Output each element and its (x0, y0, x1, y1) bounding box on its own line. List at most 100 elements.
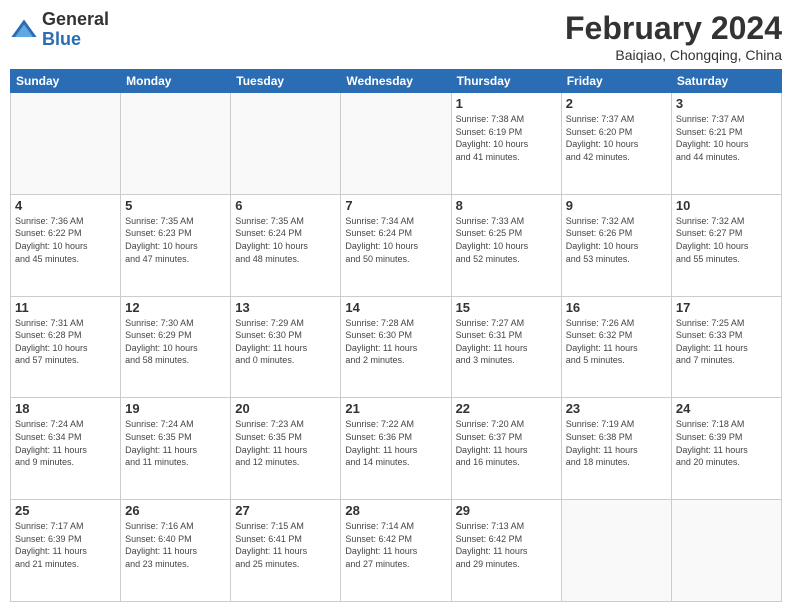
day-info: Sunrise: 7:18 AM Sunset: 6:39 PM Dayligh… (676, 418, 777, 468)
day-number: 17 (676, 300, 777, 315)
day-number: 14 (345, 300, 446, 315)
weekday-header-cell: Friday (561, 70, 671, 93)
calendar-day-cell (561, 500, 671, 602)
calendar-day-cell: 1 Sunrise: 7:38 AM Sunset: 6:19 PM Daylig… (451, 93, 561, 195)
day-number: 25 (15, 503, 116, 518)
day-number: 21 (345, 401, 446, 416)
day-info: Sunrise: 7:13 AM Sunset: 6:42 PM Dayligh… (456, 520, 557, 570)
page: General Blue February 2024 Baiqiao, Chon… (0, 0, 792, 612)
day-info: Sunrise: 7:26 AM Sunset: 6:32 PM Dayligh… (566, 317, 667, 367)
weekday-header-cell: Thursday (451, 70, 561, 93)
calendar-day-cell: 16 Sunrise: 7:26 AM Sunset: 6:32 PM Dayli… (561, 296, 671, 398)
day-info: Sunrise: 7:22 AM Sunset: 6:36 PM Dayligh… (345, 418, 446, 468)
calendar-table: SundayMondayTuesdayWednesdayThursdayFrid… (10, 69, 782, 602)
day-number: 2 (566, 96, 667, 111)
logo-text: General Blue (42, 10, 109, 50)
calendar-day-cell: 21 Sunrise: 7:22 AM Sunset: 6:36 PM Dayli… (341, 398, 451, 500)
calendar-week-row: 1 Sunrise: 7:38 AM Sunset: 6:19 PM Daylig… (11, 93, 782, 195)
logo: General Blue (10, 10, 109, 50)
calendar-day-cell: 8 Sunrise: 7:33 AM Sunset: 6:25 PM Daylig… (451, 194, 561, 296)
title-block: February 2024 Baiqiao, Chongqing, China (565, 10, 782, 63)
day-info: Sunrise: 7:16 AM Sunset: 6:40 PM Dayligh… (125, 520, 226, 570)
calendar-day-cell: 17 Sunrise: 7:25 AM Sunset: 6:33 PM Dayli… (671, 296, 781, 398)
day-number: 8 (456, 198, 557, 213)
logo-blue: Blue (42, 30, 109, 50)
day-info: Sunrise: 7:32 AM Sunset: 6:26 PM Dayligh… (566, 215, 667, 265)
calendar-day-cell: 10 Sunrise: 7:32 AM Sunset: 6:27 PM Dayli… (671, 194, 781, 296)
day-number: 7 (345, 198, 446, 213)
day-number: 5 (125, 198, 226, 213)
day-number: 24 (676, 401, 777, 416)
calendar-week-row: 25 Sunrise: 7:17 AM Sunset: 6:39 PM Dayli… (11, 500, 782, 602)
day-info: Sunrise: 7:38 AM Sunset: 6:19 PM Dayligh… (456, 113, 557, 163)
calendar-week-row: 18Sunrise: 7:24 AM Sunset: 6:34 PM Dayli… (11, 398, 782, 500)
calendar-day-cell: 25 Sunrise: 7:17 AM Sunset: 6:39 PM Dayli… (11, 500, 121, 602)
weekday-header-cell: Sunday (11, 70, 121, 93)
calendar-day-cell (341, 93, 451, 195)
day-info: Sunrise: 7:25 AM Sunset: 6:33 PM Dayligh… (676, 317, 777, 367)
calendar-day-cell: 29Sunrise: 7:13 AM Sunset: 6:42 PM Dayli… (451, 500, 561, 602)
calendar-day-cell: 14 Sunrise: 7:28 AM Sunset: 6:30 PM Dayli… (341, 296, 451, 398)
day-number: 16 (566, 300, 667, 315)
calendar-day-cell: 4Sunrise: 7:36 AM Sunset: 6:22 PM Daylig… (11, 194, 121, 296)
calendar-day-cell: 24 Sunrise: 7:18 AM Sunset: 6:39 PM Dayli… (671, 398, 781, 500)
day-number: 28 (345, 503, 446, 518)
calendar-day-cell: 11 Sunrise: 7:31 AM Sunset: 6:28 PM Dayli… (11, 296, 121, 398)
day-number: 3 (676, 96, 777, 111)
day-number: 1 (456, 96, 557, 111)
day-info: Sunrise: 7:34 AM Sunset: 6:24 PM Dayligh… (345, 215, 446, 265)
calendar-body: 1 Sunrise: 7:38 AM Sunset: 6:19 PM Daylig… (11, 93, 782, 602)
calendar-day-cell: 20 Sunrise: 7:23 AM Sunset: 6:35 PM Dayli… (231, 398, 341, 500)
day-info: Sunrise: 7:17 AM Sunset: 6:39 PM Dayligh… (15, 520, 116, 570)
day-number: 6 (235, 198, 336, 213)
day-info: Sunrise: 7:35 AM Sunset: 6:24 PM Dayligh… (235, 215, 336, 265)
day-number: 11 (15, 300, 116, 315)
day-number: 22 (456, 401, 557, 416)
logo-icon (10, 16, 38, 44)
day-number: 4 (15, 198, 116, 213)
day-info: Sunrise: 7:31 AM Sunset: 6:28 PM Dayligh… (15, 317, 116, 367)
day-number: 19 (125, 401, 226, 416)
calendar-day-cell: 5 Sunrise: 7:35 AM Sunset: 6:23 PM Daylig… (121, 194, 231, 296)
calendar-day-cell (11, 93, 121, 195)
calendar-day-cell: 27 Sunrise: 7:15 AM Sunset: 6:41 PM Dayli… (231, 500, 341, 602)
calendar-day-cell (671, 500, 781, 602)
calendar-day-cell: 12Sunrise: 7:30 AM Sunset: 6:29 PM Dayli… (121, 296, 231, 398)
day-info: Sunrise: 7:28 AM Sunset: 6:30 PM Dayligh… (345, 317, 446, 367)
day-info: Sunrise: 7:27 AM Sunset: 6:31 PM Dayligh… (456, 317, 557, 367)
day-number: 9 (566, 198, 667, 213)
day-info: Sunrise: 7:19 AM Sunset: 6:38 PM Dayligh… (566, 418, 667, 468)
location-subtitle: Baiqiao, Chongqing, China (565, 47, 782, 63)
calendar-day-cell: 3 Sunrise: 7:37 AM Sunset: 6:21 PM Daylig… (671, 93, 781, 195)
calendar-day-cell: 26 Sunrise: 7:16 AM Sunset: 6:40 PM Dayli… (121, 500, 231, 602)
day-info: Sunrise: 7:30 AM Sunset: 6:29 PM Dayligh… (125, 317, 226, 367)
day-number: 26 (125, 503, 226, 518)
day-info: Sunrise: 7:37 AM Sunset: 6:20 PM Dayligh… (566, 113, 667, 163)
day-number: 23 (566, 401, 667, 416)
calendar-day-cell: 13Sunrise: 7:29 AM Sunset: 6:30 PM Dayli… (231, 296, 341, 398)
calendar-day-cell: 22Sunrise: 7:20 AM Sunset: 6:37 PM Dayli… (451, 398, 561, 500)
day-number: 20 (235, 401, 336, 416)
calendar-day-cell: 2 Sunrise: 7:37 AM Sunset: 6:20 PM Daylig… (561, 93, 671, 195)
day-number: 13 (235, 300, 336, 315)
day-info: Sunrise: 7:23 AM Sunset: 6:35 PM Dayligh… (235, 418, 336, 468)
day-number: 18 (15, 401, 116, 416)
calendar-day-cell: 18Sunrise: 7:24 AM Sunset: 6:34 PM Dayli… (11, 398, 121, 500)
day-number: 27 (235, 503, 336, 518)
day-number: 10 (676, 198, 777, 213)
calendar-day-cell: 6 Sunrise: 7:35 AM Sunset: 6:24 PM Daylig… (231, 194, 341, 296)
day-info: Sunrise: 7:15 AM Sunset: 6:41 PM Dayligh… (235, 520, 336, 570)
header: General Blue February 2024 Baiqiao, Chon… (10, 10, 782, 63)
logo-general: General (42, 10, 109, 30)
day-info: Sunrise: 7:24 AM Sunset: 6:35 PM Dayligh… (125, 418, 226, 468)
day-number: 15 (456, 300, 557, 315)
day-info: Sunrise: 7:32 AM Sunset: 6:27 PM Dayligh… (676, 215, 777, 265)
calendar-day-cell: 9 Sunrise: 7:32 AM Sunset: 6:26 PM Daylig… (561, 194, 671, 296)
day-info: Sunrise: 7:33 AM Sunset: 6:25 PM Dayligh… (456, 215, 557, 265)
calendar-day-cell: 7 Sunrise: 7:34 AM Sunset: 6:24 PM Daylig… (341, 194, 451, 296)
calendar-day-cell: 15 Sunrise: 7:27 AM Sunset: 6:31 PM Dayli… (451, 296, 561, 398)
day-info: Sunrise: 7:35 AM Sunset: 6:23 PM Dayligh… (125, 215, 226, 265)
weekday-header-row: SundayMondayTuesdayWednesdayThursdayFrid… (11, 70, 782, 93)
day-info: Sunrise: 7:14 AM Sunset: 6:42 PM Dayligh… (345, 520, 446, 570)
day-info: Sunrise: 7:37 AM Sunset: 6:21 PM Dayligh… (676, 113, 777, 163)
